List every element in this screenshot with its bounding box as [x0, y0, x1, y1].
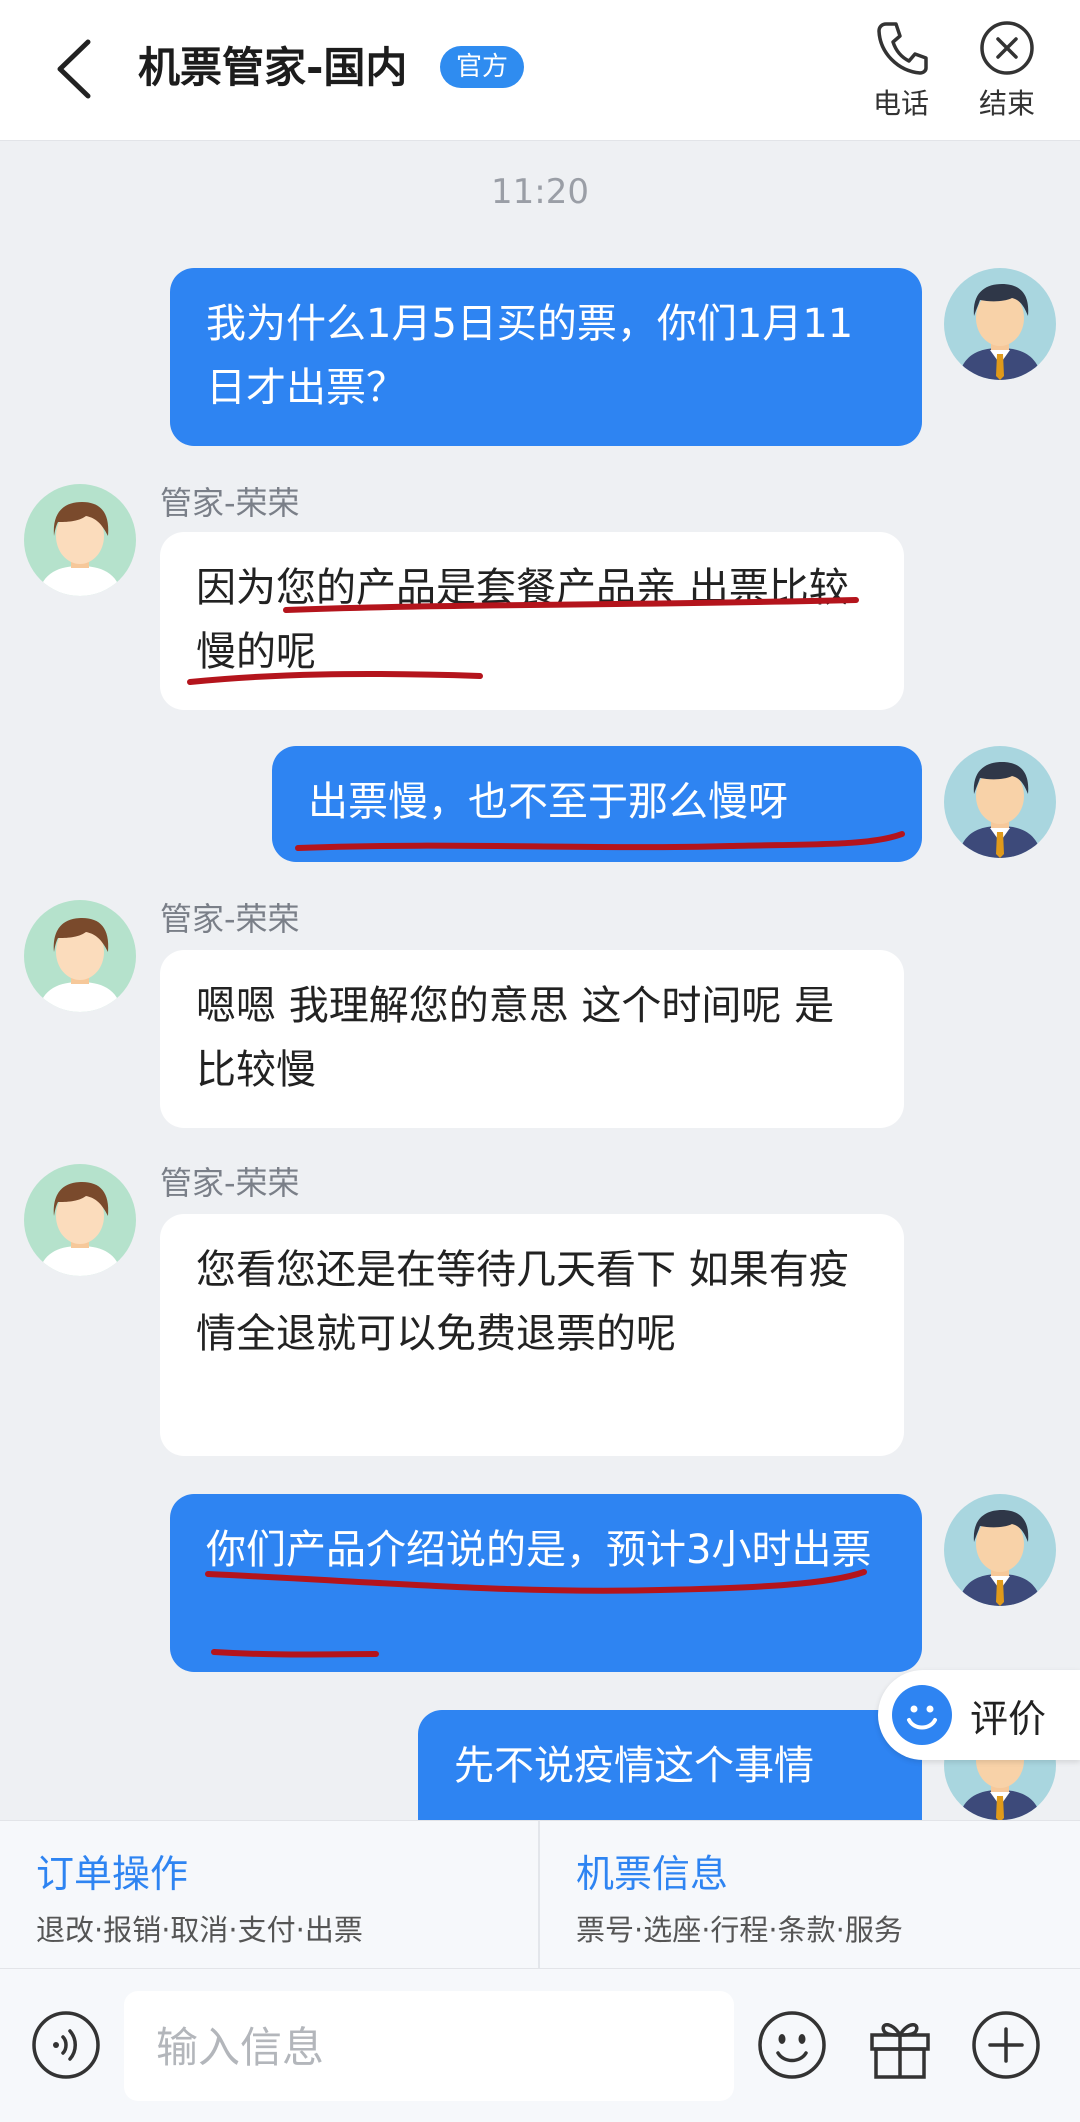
input-bar — [0, 1968, 1080, 2122]
ticket-info-title: 机票信息 — [576, 1852, 729, 1896]
message-bubble-outgoing[interactable]: 你们产品介绍说的是，预计3小时出票 — [170, 1494, 922, 1672]
message-bubble-incoming[interactable]: 您看您还是在等待几天看下 如果有疫情全退就可以免费退票的呢 — [160, 1214, 904, 1456]
message-bubble-incoming[interactable]: 因为您的产品是套餐产品亲 出票比较慢的呢 — [160, 532, 904, 710]
plus-button[interactable] — [970, 2009, 1042, 2081]
sender-name: 管家-荣荣 — [160, 484, 300, 522]
agent-avatar[interactable] — [24, 1164, 136, 1276]
sender-name: 管家-荣荣 — [160, 1164, 300, 1202]
gift-icon — [870, 2023, 930, 2079]
emoji-icon — [758, 2011, 826, 2079]
chat-timestamp: 11:20 — [491, 172, 589, 212]
back-button[interactable] — [52, 38, 96, 100]
gift-button[interactable] — [864, 2009, 936, 2081]
agent-avatar-image — [24, 900, 136, 1012]
voice-icon — [32, 2011, 100, 2079]
order-operations-subtitle: 退改·报销·取消·支付·出票 — [36, 1913, 363, 1947]
rate-label: 评价 — [970, 1697, 1047, 1741]
message-bubble-incoming[interactable]: 嗯嗯 我理解您的意思 这个时间呢 是比较慢 — [160, 950, 904, 1128]
user-avatar[interactable] — [944, 268, 1056, 380]
back-icon — [57, 39, 91, 99]
plus-icon — [972, 2011, 1040, 2079]
page-title: 机票管家-国内 — [138, 43, 408, 92]
agent-avatar[interactable] — [24, 484, 136, 596]
sender-name: 管家-荣荣 — [160, 900, 300, 938]
emoji-button[interactable] — [756, 2009, 828, 2081]
ticket-info-button[interactable]: 机票信息 票号·选座·行程·条款·服务 — [540, 1821, 1080, 1969]
rate-button[interactable]: 评价 — [878, 1670, 1080, 1760]
ticket-info-subtitle: 票号·选座·行程·条款·服务 — [576, 1913, 903, 1947]
user-avatar-image — [944, 746, 1056, 858]
user-avatar-image — [944, 268, 1056, 380]
user-avatar[interactable] — [944, 1494, 1056, 1606]
user-avatar-image — [944, 1494, 1056, 1606]
smile-icon — [892, 1685, 952, 1745]
order-operations-title: 订单操作 — [36, 1852, 189, 1896]
voice-button[interactable] — [30, 2009, 102, 2081]
order-operations-button[interactable]: 订单操作 退改·报销·取消·支付·出票 — [0, 1821, 540, 1969]
quick-actions-panel: 订单操作 退改·报销·取消·支付·出票 机票信息 票号·选座·行程·条款·服务 — [0, 1820, 1080, 1969]
end-chat-button[interactable]: 结束 — [962, 20, 1052, 120]
end-chat-label: 结束 — [978, 87, 1035, 120]
phone-label: 电话 — [872, 87, 929, 120]
phone-button[interactable]: 电话 — [856, 20, 946, 120]
agent-avatar-image — [24, 1164, 136, 1276]
agent-avatar-image — [24, 484, 136, 596]
user-avatar[interactable] — [944, 746, 1056, 858]
agent-avatar[interactable] — [24, 900, 136, 1012]
chat-header: 机票管家-国内 官方 电话 结束 — [0, 0, 1080, 141]
official-badge: 官方 — [440, 46, 525, 88]
close-circle-icon — [980, 21, 1034, 75]
phone-icon — [877, 22, 928, 75]
message-bubble-outgoing[interactable]: 出票慢，也不至于那么慢呀 — [272, 746, 922, 862]
message-input-box[interactable] — [124, 1991, 734, 2103]
message-bubble-outgoing[interactable]: 我为什么1月5日买的票，你们1月11日才出票？ — [170, 268, 922, 446]
message-input[interactable] — [154, 1991, 718, 2103]
